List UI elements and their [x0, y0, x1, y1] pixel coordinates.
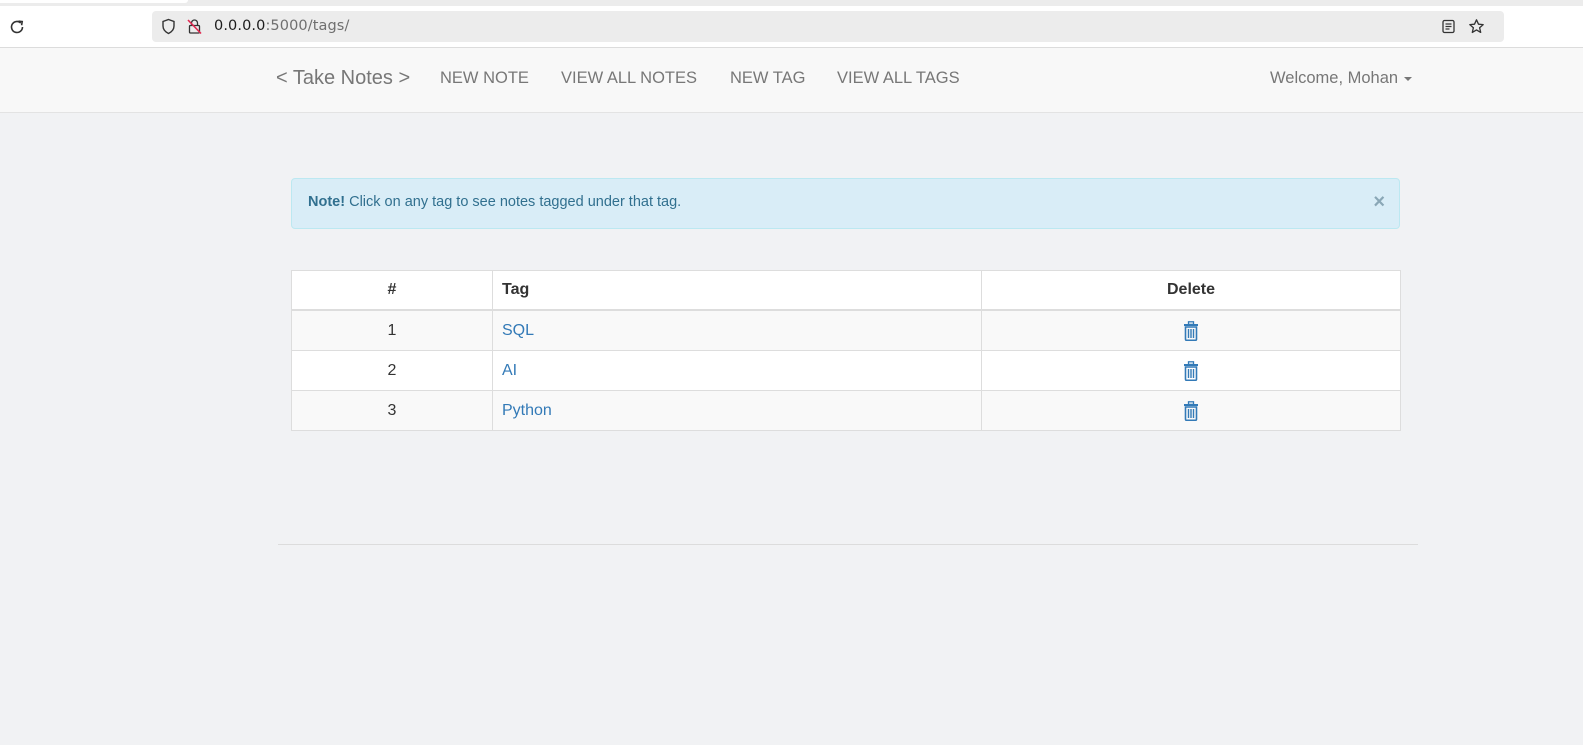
tag-cell: Python	[492, 390, 982, 431]
header-number: #	[291, 270, 493, 311]
delete-cell	[981, 390, 1401, 431]
shield-icon[interactable]	[160, 18, 177, 35]
row-number: 1	[291, 309, 493, 351]
tag-link[interactable]: SQL	[502, 322, 534, 339]
table-row: 2 AI	[291, 350, 1401, 391]
footer-divider	[278, 544, 1418, 545]
reader-view-icon[interactable]	[1440, 18, 1457, 35]
trash-icon[interactable]	[1183, 320, 1199, 341]
bookmark-star-icon[interactable]	[1468, 18, 1485, 35]
tag-cell: AI	[492, 350, 982, 391]
tag-link[interactable]: Python	[502, 402, 552, 419]
nav-new-tag[interactable]: NEW TAG	[730, 69, 805, 88]
browser-toolbar: 0.0.0.0:5000/tags/	[0, 6, 1583, 48]
trash-icon[interactable]	[1183, 360, 1199, 381]
close-icon[interactable]: ×	[1373, 192, 1385, 212]
caret-down-icon	[1404, 76, 1413, 81]
trash-icon[interactable]	[1183, 400, 1199, 421]
tags-table: # Tag Delete 1 SQL 2 AI 3 Python	[291, 270, 1401, 431]
row-number: 3	[291, 390, 493, 431]
url-host: 0.0.0.0	[214, 18, 266, 34]
info-alert: Note! Click on any tag to see notes tagg…	[291, 178, 1400, 229]
delete-cell	[981, 309, 1401, 351]
alert-message: Note! Click on any tag to see notes tagg…	[308, 194, 681, 210]
reload-icon[interactable]	[8, 18, 26, 36]
table-row: 1 SQL	[291, 309, 1401, 351]
site-navbar: < Take Notes > NEW NOTE VIEW ALL NOTES N…	[0, 48, 1583, 113]
nav-new-note[interactable]: NEW NOTE	[440, 69, 529, 88]
header-delete: Delete	[981, 270, 1401, 311]
nav-view-all-notes[interactable]: VIEW ALL NOTES	[561, 69, 697, 88]
nav-view-all-tags[interactable]: VIEW ALL TAGS	[837, 69, 960, 88]
active-tab-edge[interactable]	[0, 0, 188, 3]
tag-link[interactable]: AI	[502, 362, 517, 379]
table-row: 3 Python	[291, 390, 1401, 431]
alert-title: Note!	[308, 194, 346, 210]
table-header-row: # Tag Delete	[291, 270, 1401, 311]
url-text[interactable]: 0.0.0.0:5000/tags/	[214, 18, 349, 34]
alert-text: Click on any tag to see notes tagged und…	[349, 194, 682, 210]
url-path: :5000/tags/	[265, 18, 350, 34]
delete-cell	[981, 350, 1401, 391]
row-number: 2	[291, 350, 493, 391]
tag-cell: SQL	[492, 309, 982, 351]
header-tag: Tag	[492, 270, 982, 311]
user-menu-dropdown[interactable]: Welcome, Mohan	[1270, 69, 1413, 88]
insecure-lock-icon[interactable]	[186, 18, 203, 35]
url-bar[interactable]: 0.0.0.0:5000/tags/	[152, 11, 1504, 42]
welcome-text: Welcome, Mohan	[1270, 69, 1399, 87]
brand-link[interactable]: < Take Notes >	[276, 67, 410, 90]
